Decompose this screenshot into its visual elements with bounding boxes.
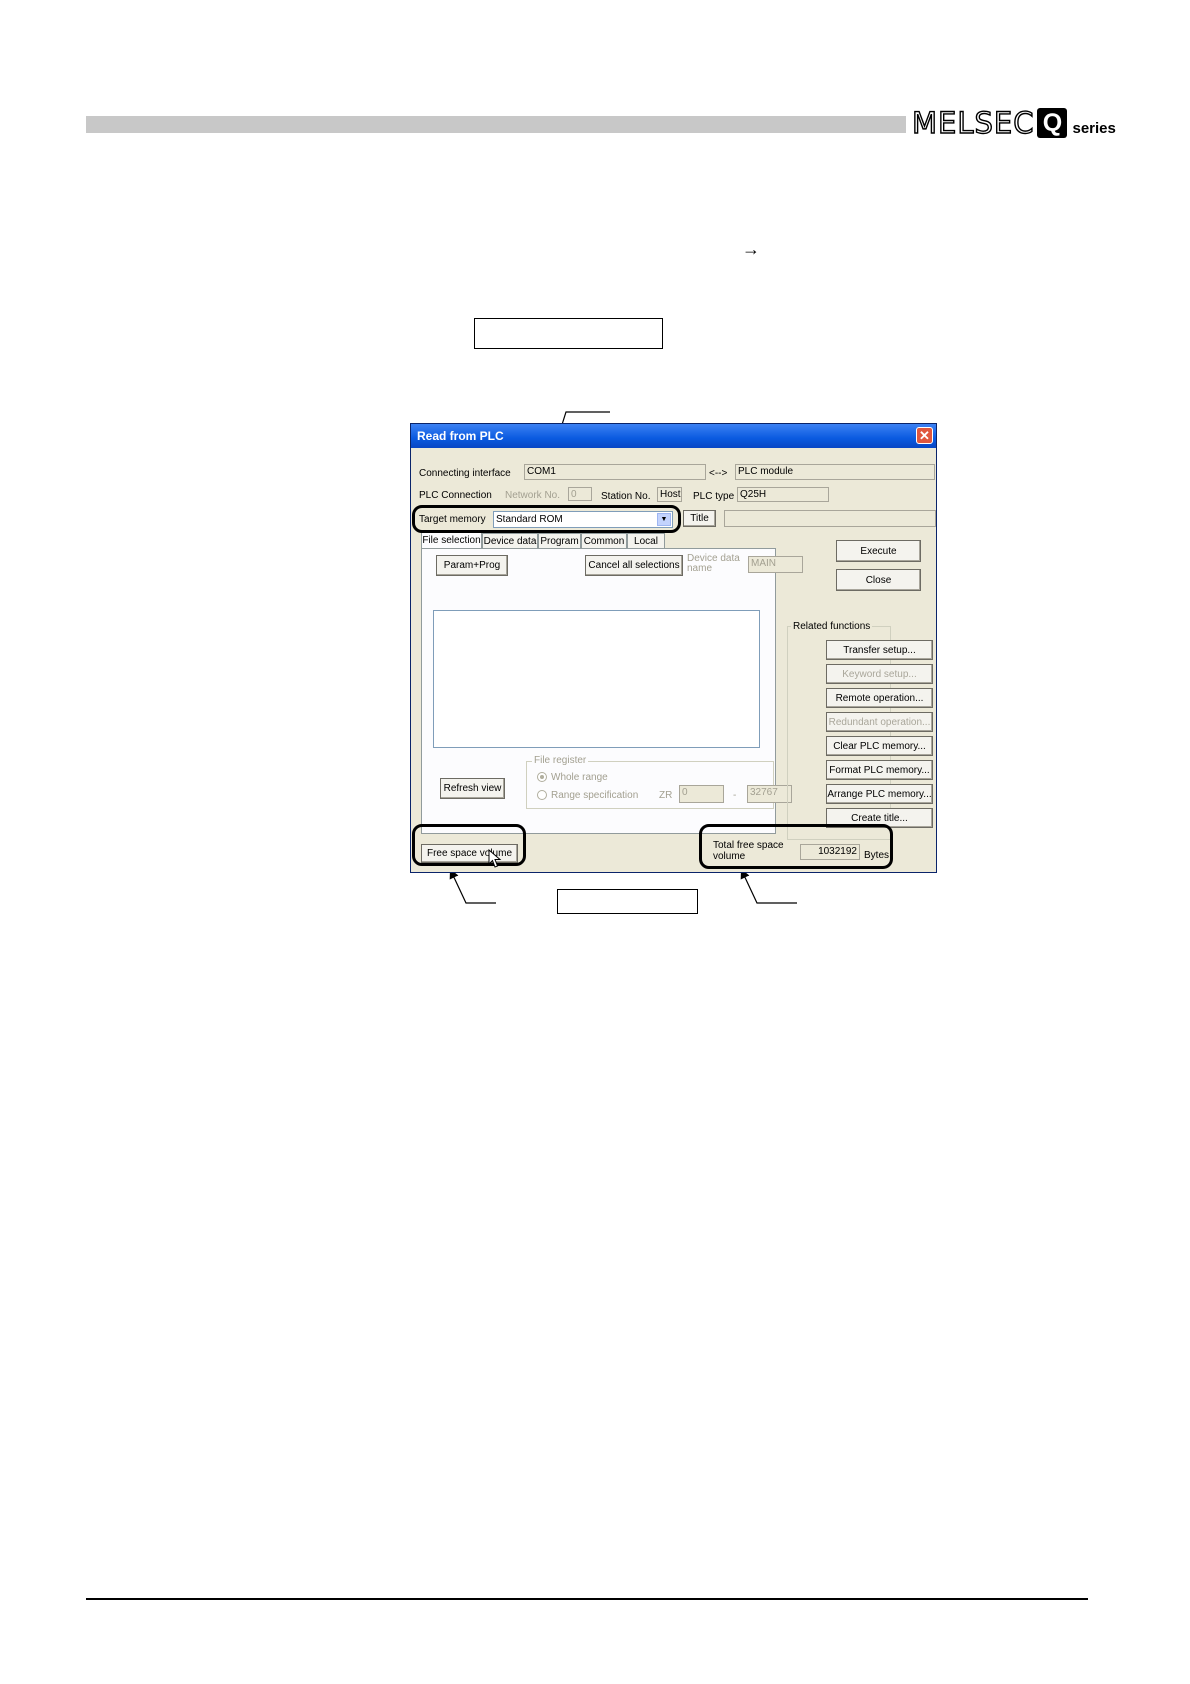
range-specification-radio[interactable]	[537, 790, 547, 800]
highlight-free-space-button	[412, 824, 526, 866]
read-from-plc-dialog: Read from PLC ✕ Connecting interface COM…	[410, 423, 937, 873]
tab-program[interactable]: Program	[538, 533, 581, 548]
footer-rule	[86, 1598, 1088, 1600]
range-start-field: 0	[679, 785, 724, 803]
related-functions-label: Related functions	[791, 621, 873, 632]
plc-type-field: Q25H	[737, 487, 829, 502]
highlight-total-free-space	[699, 824, 893, 869]
range-separator: -	[733, 790, 737, 801]
connecting-interface-field: COM1	[524, 464, 706, 480]
tab-file-selection[interactable]: File selection	[421, 531, 482, 549]
highlight-target-memory	[412, 505, 681, 533]
network-no-label: Network No.	[505, 490, 561, 501]
plc-type-label: PLC type	[693, 491, 735, 502]
redundant-operation-button[interactable]: Redundant operation...	[826, 712, 933, 732]
plc-module-field: PLC module	[735, 464, 935, 480]
station-no-field: Host	[657, 487, 682, 502]
arrange-plc-memory-button[interactable]: Arrange PLC memory...	[826, 784, 933, 804]
station-no-label: Station No.	[601, 491, 651, 502]
whole-range-label: Whole range	[551, 772, 608, 783]
range-specification-label: Range specification	[551, 790, 639, 801]
param-prog-button[interactable]: Param+Prog	[436, 555, 508, 576]
transfer-setup-button[interactable]: Transfer setup...	[826, 640, 933, 660]
device-data-name-field: MAIN	[748, 556, 803, 573]
device-data-name-label-line2: name	[687, 563, 713, 574]
connection-arrow-label: <-->	[709, 468, 728, 479]
file-register-label: File register	[532, 755, 589, 766]
tab-common[interactable]: Common	[581, 533, 627, 548]
dialog-title: Read from PLC	[417, 429, 504, 443]
whole-range-radio[interactable]	[537, 772, 547, 782]
callout-box-bottom	[557, 889, 698, 914]
range-end-field: 32767	[747, 785, 792, 803]
tab-local[interactable]: Local	[627, 533, 665, 548]
clear-plc-memory-button[interactable]: Clear PLC memory...	[826, 736, 933, 756]
title-field	[724, 510, 936, 527]
close-button[interactable]: Close	[836, 569, 921, 591]
connecting-interface-label: Connecting interface	[419, 468, 511, 479]
mouse-cursor-icon	[488, 849, 502, 868]
execute-button[interactable]: Execute	[836, 540, 921, 562]
zr-label: ZR	[659, 790, 673, 801]
format-plc-memory-button[interactable]: Format PLC memory...	[826, 760, 933, 780]
callout-line-free-space-button	[449, 868, 496, 904]
cancel-all-selections-button[interactable]: Cancel all selections	[585, 555, 683, 576]
title-button[interactable]: Title	[683, 510, 716, 527]
file-selection-list[interactable]	[433, 610, 760, 748]
dialog-titlebar[interactable]: Read from PLC ✕	[411, 424, 936, 448]
tab-device-data[interactable]: Device data	[482, 533, 538, 548]
close-icon[interactable]: ✕	[916, 427, 933, 444]
callout-line-total-free	[740, 868, 797, 904]
plc-connection-label: PLC Connection	[419, 490, 492, 501]
network-no-field: 0	[568, 487, 592, 501]
device-data-name-label: Device data name	[687, 554, 740, 574]
refresh-view-button[interactable]: Refresh view	[440, 778, 505, 799]
file-register-group	[526, 761, 774, 809]
keyword-setup-button[interactable]: Keyword setup...	[826, 664, 933, 684]
remote-operation-button[interactable]: Remote operation...	[826, 688, 933, 708]
